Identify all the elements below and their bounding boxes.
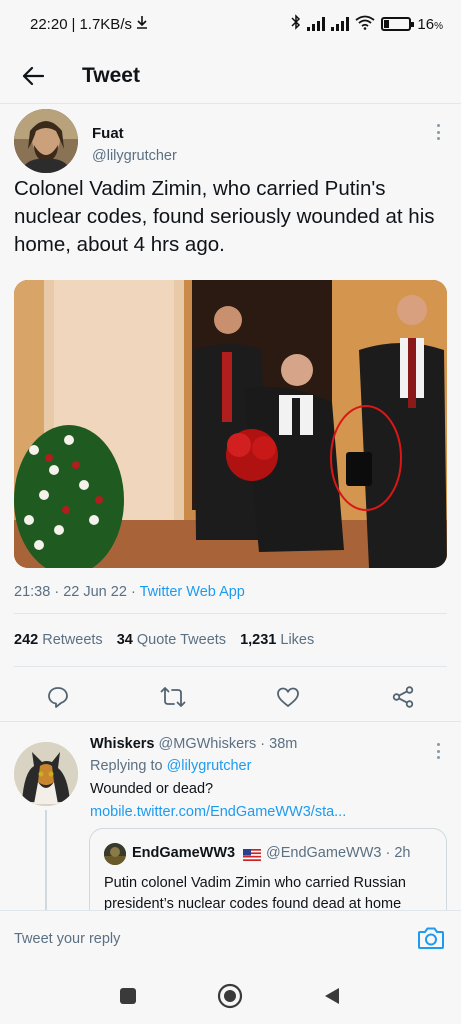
- divider: [14, 613, 447, 614]
- battery-level: 16%: [417, 15, 443, 33]
- share-button[interactable]: [389, 683, 417, 711]
- meta-dot: ·: [130, 584, 136, 600]
- quotes-count: 34: [116, 632, 133, 648]
- status-right: 16%: [291, 14, 443, 34]
- quote-time: 2h: [394, 845, 411, 861]
- signal-icon: [307, 17, 326, 31]
- reply-tweet[interactable]: Whiskers @MGWhiskers · 38m Replying to @…: [0, 728, 461, 910]
- tweet-timestamp: 21:38 · 22 Jun 22 · Twitter Web App: [14, 584, 245, 600]
- retweets-count: 242: [14, 632, 39, 648]
- tweet-time: 21:38: [14, 584, 51, 600]
- tweet-source-link[interactable]: Twitter Web App: [140, 584, 245, 600]
- quote-author-name: EndGameWW3: [132, 845, 236, 861]
- retweets-label: Retweets: [42, 632, 103, 648]
- arrow-left-icon: [22, 66, 44, 85]
- tweet-actions: [0, 679, 461, 719]
- quote-avatar: [104, 843, 126, 865]
- replying-prefix: Replying to: [90, 758, 163, 774]
- likes-stat[interactable]: 1,231 Likes: [240, 632, 314, 648]
- reply-avatar[interactable]: [14, 742, 78, 806]
- quotes-label: Quote Tweets: [136, 632, 227, 648]
- network-speed: 1.7KB/s: [79, 15, 132, 33]
- reply-header: Whiskers @MGWhiskers · 38m: [90, 736, 297, 752]
- camera-button[interactable]: [417, 925, 445, 953]
- author-avatar[interactable]: [14, 109, 78, 173]
- status-bar: 22:20 | 1.7KB/s 16%: [0, 0, 461, 48]
- reply-time: 38m: [269, 736, 298, 752]
- retweet-button[interactable]: [159, 683, 187, 711]
- replying-to-handle[interactable]: @lilygrutcher: [167, 758, 252, 774]
- likes-label: Likes: [280, 632, 315, 648]
- status-time: 22:20: [30, 15, 68, 33]
- reply-author-handle[interactable]: @MGWhiskers: [159, 736, 257, 752]
- tweet-text: Colonel Vadim Zimin, who carried Putin's…: [14, 177, 435, 256]
- divider: [0, 721, 461, 722]
- likes-count: 1,231: [240, 632, 277, 648]
- retweets-stat[interactable]: 242 Retweets: [14, 632, 103, 648]
- quote-author-handle: @EndGameWW3: [266, 845, 382, 861]
- thread-line: [45, 810, 47, 910]
- square-icon: [120, 988, 136, 1004]
- status-separator: |: [71, 15, 76, 33]
- camera-icon: [418, 927, 444, 949]
- signal-icon-2: [331, 17, 350, 31]
- quoted-tweet[interactable]: EndGameWW3 @EndGameWW3 · 2h Putin colone…: [89, 828, 447, 910]
- reply-text: Wounded or dead?: [90, 781, 214, 797]
- reply-button[interactable]: [44, 683, 72, 711]
- battery-icon: [381, 17, 415, 31]
- quote-text: Putin colonel Vadim Zimin who carried Ru…: [104, 875, 406, 910]
- share-icon: [392, 686, 414, 708]
- tweet-media-image[interactable]: [14, 280, 447, 568]
- reply-input[interactable]: Tweet your reply: [14, 931, 120, 947]
- divider: [14, 666, 447, 667]
- retweet-icon: [160, 687, 186, 707]
- meta-dot: ·: [385, 845, 391, 861]
- circle-home-icon: [217, 983, 243, 1009]
- back-button[interactable]: [16, 59, 50, 93]
- meta-dot: ·: [260, 736, 266, 752]
- quote-meta: @EndGameWW3 · 2h: [266, 845, 411, 861]
- tweet-author: Fuat @lilygrutcher: [14, 109, 444, 173]
- wifi-icon: [355, 15, 375, 34]
- download-icon: [136, 15, 148, 33]
- replying-to: Replying to @lilygrutcher: [90, 758, 251, 774]
- status-left: 22:20 | 1.7KB/s: [30, 15, 148, 33]
- heart-icon: [277, 687, 299, 707]
- author-name[interactable]: Fuat: [92, 125, 124, 142]
- back-nav-button[interactable]: [318, 982, 346, 1010]
- meta-dot: ·: [54, 584, 60, 600]
- more-options-icon[interactable]: [432, 740, 444, 762]
- home-button[interactable]: [216, 982, 244, 1010]
- bluetooth-icon: [291, 14, 301, 34]
- app-header: Tweet: [0, 48, 461, 104]
- engagement-counts: 242 Retweets 34 Quote Tweets 1,231 Likes: [14, 632, 314, 648]
- reply-link[interactable]: mobile.twitter.com/EndGameWW3/sta...: [90, 804, 346, 820]
- tweet-date: 22 Jun 22: [63, 584, 127, 600]
- recents-button[interactable]: [114, 982, 142, 1010]
- reply-compose-bar: Tweet your reply: [0, 910, 461, 966]
- triangle-back-icon: [325, 988, 339, 1004]
- reply-icon: [48, 687, 68, 708]
- system-nav-bar: [0, 966, 461, 1024]
- page-title: Tweet: [82, 63, 140, 87]
- like-button[interactable]: [274, 683, 302, 711]
- reply-author-name[interactable]: Whiskers: [90, 736, 154, 752]
- author-handle[interactable]: @lilygrutcher: [92, 148, 177, 164]
- us-flag-icon: [243, 848, 261, 861]
- quotes-stat[interactable]: 34 Quote Tweets: [117, 632, 226, 648]
- more-options-icon[interactable]: [432, 121, 444, 143]
